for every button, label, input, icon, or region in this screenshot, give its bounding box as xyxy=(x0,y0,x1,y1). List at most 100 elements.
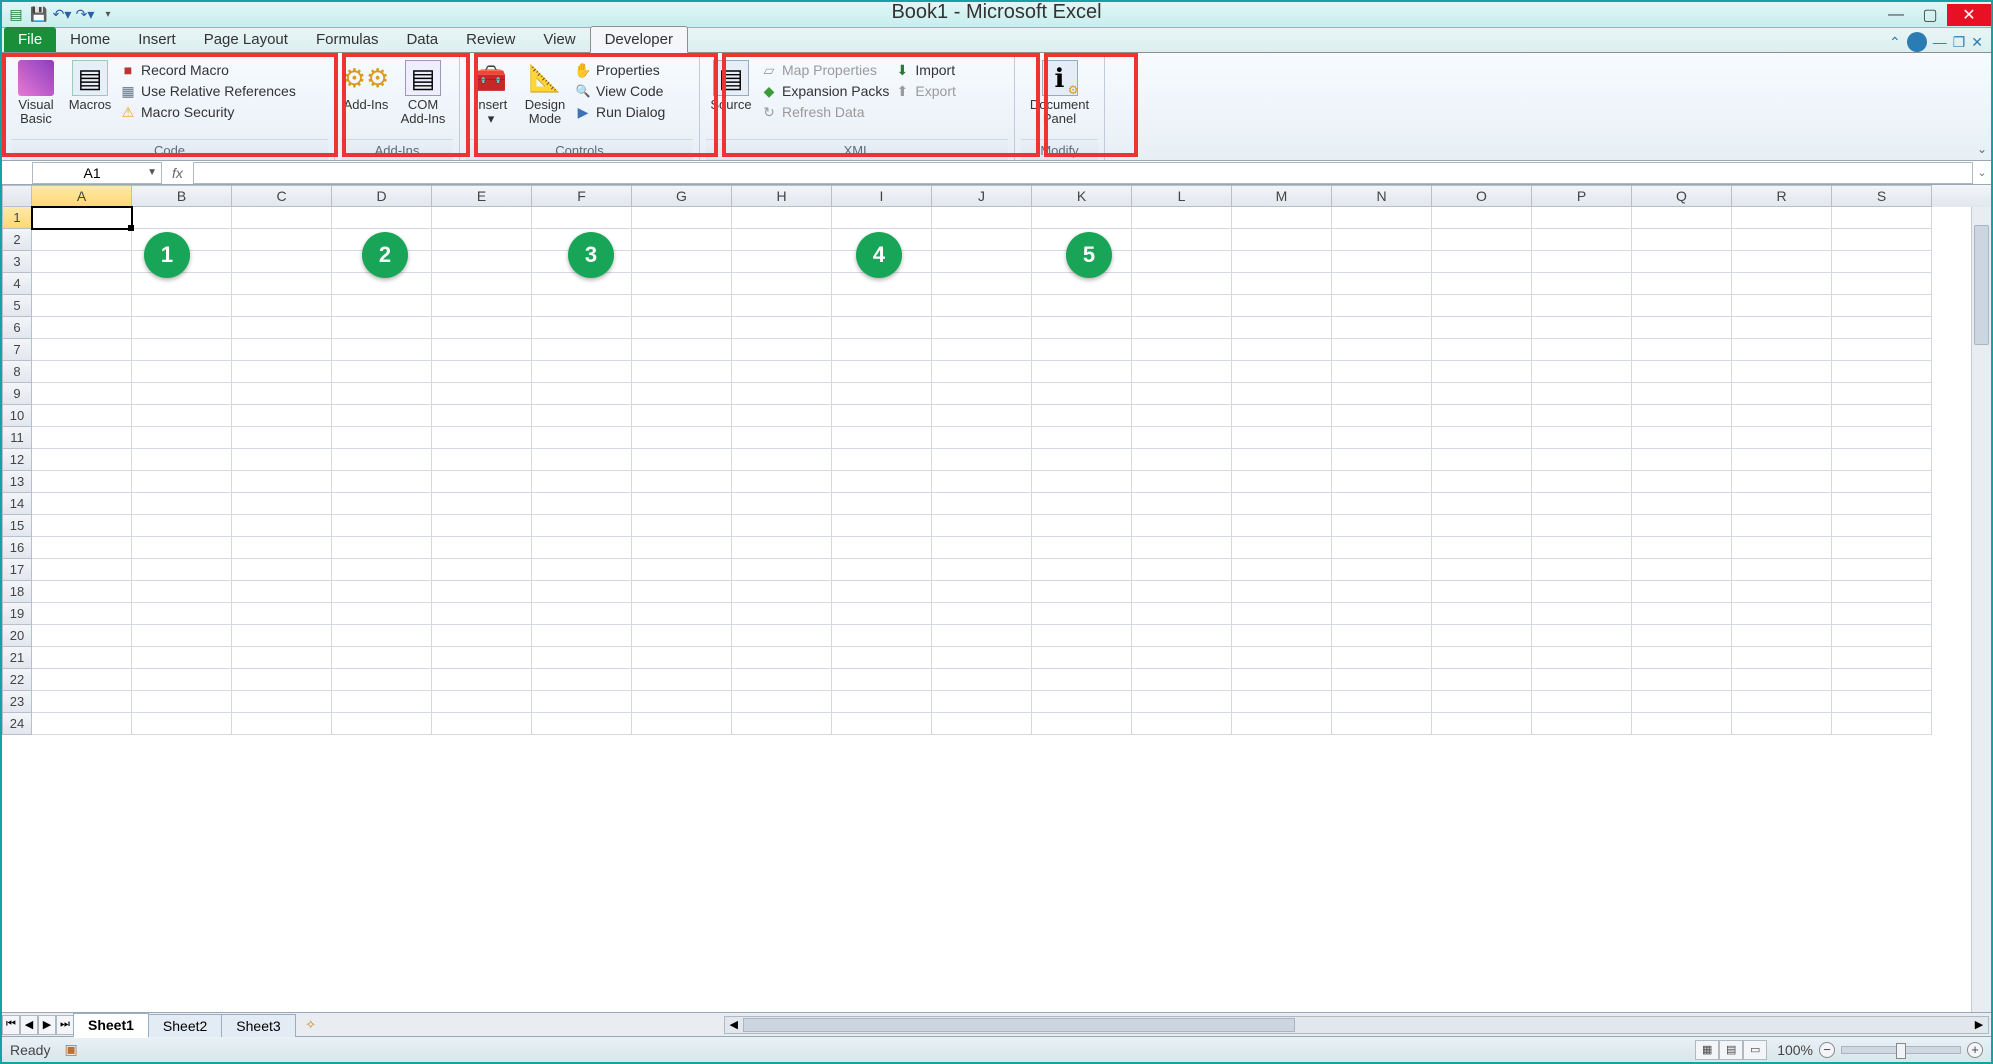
cell-K11[interactable] xyxy=(1032,427,1132,449)
properties-button[interactable]: Properties xyxy=(574,61,665,79)
cell-H3[interactable] xyxy=(732,251,832,273)
cell-J11[interactable] xyxy=(932,427,1032,449)
cell-J16[interactable] xyxy=(932,537,1032,559)
row-header-6[interactable]: 6 xyxy=(2,317,32,339)
column-header-N[interactable]: N xyxy=(1332,185,1432,207)
formula-expand-icon[interactable]: ⌄ xyxy=(1973,166,1991,179)
view-page-layout-button[interactable]: ▤ xyxy=(1719,1040,1743,1060)
row-header-24[interactable]: 24 xyxy=(2,713,32,735)
cell-F24[interactable] xyxy=(532,713,632,735)
cell-S19[interactable] xyxy=(1832,603,1932,625)
row-header-9[interactable]: 9 xyxy=(2,383,32,405)
cell-E23[interactable] xyxy=(432,691,532,713)
cell-I1[interactable] xyxy=(832,207,932,229)
cell-B20[interactable] xyxy=(132,625,232,647)
cell-M13[interactable] xyxy=(1232,471,1332,493)
qat-customize-icon[interactable]: ▾ xyxy=(98,5,118,25)
cell-S2[interactable] xyxy=(1832,229,1932,251)
cell-S17[interactable] xyxy=(1832,559,1932,581)
cell-D15[interactable] xyxy=(332,515,432,537)
use-relative-references-button[interactable]: Use Relative References xyxy=(119,82,296,100)
macros-button[interactable]: ▤ Macros xyxy=(65,58,115,112)
cell-I12[interactable] xyxy=(832,449,932,471)
row-header-8[interactable]: 8 xyxy=(2,361,32,383)
cell-J5[interactable] xyxy=(932,295,1032,317)
cell-I7[interactable] xyxy=(832,339,932,361)
cell-A4[interactable] xyxy=(32,273,132,295)
cell-D6[interactable] xyxy=(332,317,432,339)
cell-J2[interactable] xyxy=(932,229,1032,251)
sheet-nav-next[interactable]: ▶ xyxy=(38,1015,56,1035)
cell-J22[interactable] xyxy=(932,669,1032,691)
cell-J7[interactable] xyxy=(932,339,1032,361)
cell-G8[interactable] xyxy=(632,361,732,383)
cell-C14[interactable] xyxy=(232,493,332,515)
cell-M16[interactable] xyxy=(1232,537,1332,559)
cell-N8[interactable] xyxy=(1332,361,1432,383)
cell-M1[interactable] xyxy=(1232,207,1332,229)
row-header-21[interactable]: 21 xyxy=(2,647,32,669)
cell-P4[interactable] xyxy=(1532,273,1632,295)
cell-I13[interactable] xyxy=(832,471,932,493)
cell-O23[interactable] xyxy=(1432,691,1532,713)
cell-S12[interactable] xyxy=(1832,449,1932,471)
cell-H12[interactable] xyxy=(732,449,832,471)
cell-H21[interactable] xyxy=(732,647,832,669)
cell-F3[interactable] xyxy=(532,251,632,273)
tab-file[interactable]: File xyxy=(4,27,56,52)
cell-F6[interactable] xyxy=(532,317,632,339)
cell-F10[interactable] xyxy=(532,405,632,427)
cell-R11[interactable] xyxy=(1732,427,1832,449)
fx-icon[interactable]: fx xyxy=(172,165,183,181)
cell-G1[interactable] xyxy=(632,207,732,229)
cell-H5[interactable] xyxy=(732,295,832,317)
cell-F11[interactable] xyxy=(532,427,632,449)
cell-N5[interactable] xyxy=(1332,295,1432,317)
cell-G24[interactable] xyxy=(632,713,732,735)
cell-O11[interactable] xyxy=(1432,427,1532,449)
view-page-break-button[interactable]: ▭ xyxy=(1743,1040,1767,1060)
cell-J23[interactable] xyxy=(932,691,1032,713)
cell-N6[interactable] xyxy=(1332,317,1432,339)
cell-H17[interactable] xyxy=(732,559,832,581)
cell-M22[interactable] xyxy=(1232,669,1332,691)
cell-E18[interactable] xyxy=(432,581,532,603)
cell-J19[interactable] xyxy=(932,603,1032,625)
cell-D3[interactable] xyxy=(332,251,432,273)
cell-L21[interactable] xyxy=(1132,647,1232,669)
zoom-slider-thumb[interactable] xyxy=(1896,1043,1906,1059)
cell-G2[interactable] xyxy=(632,229,732,251)
cell-Q5[interactable] xyxy=(1632,295,1732,317)
cell-G11[interactable] xyxy=(632,427,732,449)
cell-O1[interactable] xyxy=(1432,207,1532,229)
row-header-11[interactable]: 11 xyxy=(2,427,32,449)
cell-M23[interactable] xyxy=(1232,691,1332,713)
cell-L7[interactable] xyxy=(1132,339,1232,361)
cell-S8[interactable] xyxy=(1832,361,1932,383)
cell-A22[interactable] xyxy=(32,669,132,691)
cell-N14[interactable] xyxy=(1332,493,1432,515)
row-header-4[interactable]: 4 xyxy=(2,273,32,295)
cell-B15[interactable] xyxy=(132,515,232,537)
cell-N15[interactable] xyxy=(1332,515,1432,537)
cell-R5[interactable] xyxy=(1732,295,1832,317)
cell-P1[interactable] xyxy=(1532,207,1632,229)
cell-A8[interactable] xyxy=(32,361,132,383)
expansion-packs-button[interactable]: Expansion Packs xyxy=(760,82,889,100)
cell-K8[interactable] xyxy=(1032,361,1132,383)
row-header-7[interactable]: 7 xyxy=(2,339,32,361)
cell-F21[interactable] xyxy=(532,647,632,669)
cell-P23[interactable] xyxy=(1532,691,1632,713)
row-header-1[interactable]: 1 xyxy=(2,207,32,229)
cell-P3[interactable] xyxy=(1532,251,1632,273)
cell-I8[interactable] xyxy=(832,361,932,383)
cell-R1[interactable] xyxy=(1732,207,1832,229)
cell-S14[interactable] xyxy=(1832,493,1932,515)
cell-B6[interactable] xyxy=(132,317,232,339)
cell-H2[interactable] xyxy=(732,229,832,251)
cell-Q22[interactable] xyxy=(1632,669,1732,691)
cell-E7[interactable] xyxy=(432,339,532,361)
cell-M10[interactable] xyxy=(1232,405,1332,427)
macro-security-button[interactable]: Macro Security xyxy=(119,103,296,121)
name-box[interactable]: A1 ▼ xyxy=(32,162,162,184)
